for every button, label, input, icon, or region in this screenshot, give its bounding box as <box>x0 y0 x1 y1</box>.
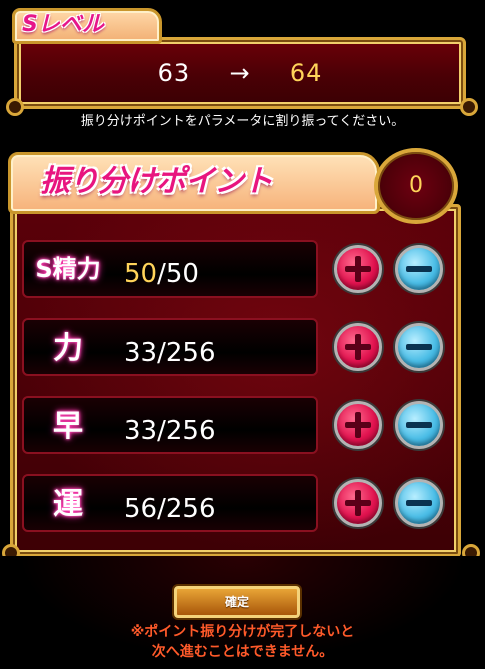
stat-value-power: 33/256 <box>124 324 215 382</box>
stat-max: /256 <box>157 338 216 368</box>
notice-line: ※ポイント振り分けが完了しないと <box>130 624 355 640</box>
stat-label-speed: 早 <box>53 409 83 444</box>
plus-icon <box>345 256 371 282</box>
plus-icon <box>345 412 371 438</box>
level-tab-label: Sレベル <box>22 12 104 37</box>
stat-max: /50 <box>157 259 199 289</box>
stamina-plus-button[interactable] <box>334 245 382 293</box>
power-plus-button[interactable] <box>334 323 382 371</box>
stat-current: 56 <box>124 494 158 524</box>
stat-label-luck: 運 <box>53 487 83 522</box>
stat-value-luck: 56/256 <box>124 480 215 538</box>
remaining-points: 0 <box>374 148 458 224</box>
power-minus-button[interactable] <box>395 323 443 371</box>
corner-ornament <box>6 98 24 116</box>
allocation-title: 振り分けポイント <box>40 164 273 199</box>
plus-icon <box>345 334 371 360</box>
stat-value-speed: 33/256 <box>124 402 215 460</box>
confirm-button[interactable]: 確定 <box>174 586 300 618</box>
stat-max: /256 <box>157 416 216 446</box>
notice-text: ※ポイント振り分けが完了しないと 次へ進むことはできません。 <box>0 622 485 662</box>
luck-plus-button[interactable] <box>334 479 382 527</box>
notice-line: 次へ進むことはできません。 <box>151 644 334 660</box>
minus-icon <box>406 344 432 350</box>
level-change: 63 → 64 <box>14 50 466 96</box>
stat-current: 33 <box>124 338 158 368</box>
stat-current: 33 <box>124 416 158 446</box>
minus-icon <box>406 422 432 428</box>
arrow-icon: → <box>229 59 251 87</box>
minus-icon <box>406 500 432 506</box>
speed-plus-button[interactable] <box>334 401 382 449</box>
level-from: 63 <box>157 59 191 87</box>
stamina-minus-button[interactable] <box>395 245 443 293</box>
speed-minus-button[interactable] <box>395 401 443 449</box>
stat-label-stamina: S精力 <box>35 255 101 283</box>
instruction-text: 振り分けポイントをパラメータに割り振ってください。 <box>80 114 405 129</box>
stat-current: 50 <box>124 259 158 289</box>
plus-icon <box>345 490 371 516</box>
luck-minus-button[interactable] <box>395 479 443 527</box>
stat-max: /256 <box>157 494 216 524</box>
level-to: 64 <box>289 59 323 87</box>
stat-label-power: 力 <box>53 331 83 366</box>
stat-value-stamina: 50/50 <box>124 245 199 303</box>
minus-icon <box>406 266 432 272</box>
corner-ornament <box>460 98 478 116</box>
